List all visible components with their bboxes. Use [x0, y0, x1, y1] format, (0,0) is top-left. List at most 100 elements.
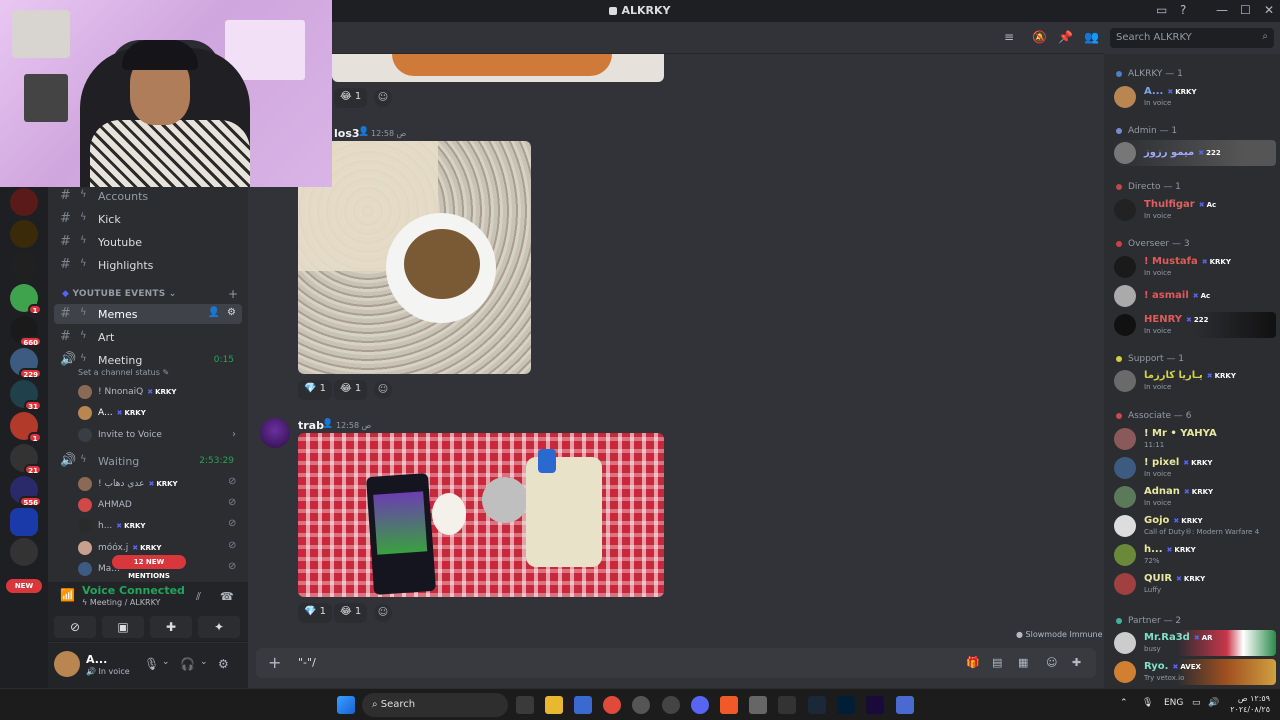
channel-memes[interactable]: # ϟ Memes 👤 ⚙ [54, 304, 242, 324]
channel-status[interactable]: Set a channel status ✎ [78, 368, 169, 377]
add-reaction-icon[interactable]: ☺ [374, 89, 392, 107]
server-icon[interactable] [10, 252, 38, 280]
server-icon[interactable] [10, 538, 38, 566]
store-icon[interactable] [574, 696, 592, 714]
avatar[interactable] [54, 651, 80, 677]
photoshop-icon[interactable] [837, 696, 855, 714]
server-icon[interactable]: 229 [10, 348, 42, 379]
screenshare-button[interactable]: ▣ [102, 616, 144, 638]
file-explorer-icon[interactable] [545, 696, 563, 714]
channel-art[interactable]: # ϟ Art [54, 327, 242, 347]
maximize-button[interactable]: ☐ [1240, 3, 1251, 17]
start-button[interactable] [337, 696, 355, 714]
message-author[interactable]: trab [298, 419, 324, 432]
chevron-down-icon[interactable]: ⌄ [162, 657, 170, 667]
sticker-icon[interactable]: ▦ [1018, 656, 1028, 669]
server-icon[interactable]: 660 [10, 316, 42, 347]
member-item[interactable]: ميمو رزوز222 [1112, 140, 1276, 166]
headphones-icon[interactable]: 🎧 [180, 657, 195, 671]
member-item[interactable]: ! pixelKRKY In voice [1112, 455, 1276, 481]
discord-icon[interactable] [691, 696, 709, 714]
server-icon[interactable] [10, 188, 38, 216]
pin-icon[interactable]: 📌 [1058, 30, 1073, 44]
steam-icon[interactable] [808, 696, 826, 714]
message-image[interactable] [298, 433, 664, 597]
member-item[interactable]: Adnan KRKY In voice [1112, 484, 1276, 510]
voice-channel-meeting[interactable]: 🔊 ϟ Meeting 0:15 [54, 350, 242, 370]
chrome-icon[interactable] [603, 696, 621, 714]
capcut-icon[interactable] [778, 696, 796, 714]
reaction-laugh[interactable]: 😂 1 [334, 380, 368, 400]
member-item[interactable]: QUIRKRKY Luffy [1112, 571, 1276, 597]
close-button[interactable]: ✕ [1264, 3, 1274, 17]
member-item[interactable]: GojoKRKY Call of Duty®: Modern Warfare 4 [1112, 513, 1276, 539]
chevron-down-icon[interactable]: ⌄ [200, 657, 208, 667]
channel-kick[interactable]: # ϟ Kick [54, 209, 242, 229]
add-channel-icon[interactable]: + [228, 287, 238, 301]
server-icon[interactable]: 556 [10, 476, 42, 507]
message-image[interactable] [298, 141, 531, 374]
member-item[interactable]: ! asmail Ac [1112, 283, 1276, 309]
upload-plus-icon[interactable]: + [268, 653, 281, 672]
message-input[interactable]: "-"/ [298, 656, 316, 669]
server-icon[interactable]: 21 [10, 444, 42, 475]
app-icon[interactable] [749, 696, 767, 714]
server-icon[interactable]: 1 [10, 412, 42, 443]
gift-icon[interactable]: 🎁 [966, 656, 980, 669]
clock[interactable]: ١٢:٥٩ ص ٢٠٢٤/٠٨/٢٥ [1226, 693, 1270, 715]
new-mentions-pill[interactable]: 12 NEW MENTIONS [112, 555, 186, 580]
message-image[interactable] [332, 54, 664, 82]
volume-icon[interactable]: 🔊 [1208, 698, 1219, 708]
message-composer[interactable]: + "-"/ 🎁 ▤ ▦ ☺ ✚ [256, 648, 1096, 678]
emoji-icon[interactable]: ☺ [1046, 656, 1057, 669]
channel-youtube[interactable]: # ϟ Youtube [54, 232, 242, 252]
chevron-up-icon[interactable]: ⌃ [1120, 698, 1128, 708]
member-item[interactable]: A...KRKY In voice [1112, 84, 1276, 110]
reaction-gem[interactable]: 💎 1 [298, 603, 333, 623]
server-icon[interactable]: 1 [10, 284, 42, 315]
voice-connected-title[interactable]: Voice Connected [82, 584, 185, 597]
obs-icon[interactable] [662, 696, 680, 714]
microphone-icon[interactable]: 🎙 [144, 657, 159, 671]
new-unreads-pill[interactable]: NEW [6, 579, 42, 593]
taskbar-search[interactable]: ⌕ Search [362, 693, 508, 717]
activities-button[interactable]: ✚ [150, 616, 192, 638]
settings-icon[interactable]: ⚙ [218, 657, 229, 671]
app-icon[interactable] [896, 696, 914, 714]
member-item[interactable]: h... KRKY 72% [1112, 542, 1276, 568]
notifications-muted-icon[interactable]: 🔕 [1032, 30, 1047, 44]
minimize-button[interactable]: — [1216, 3, 1228, 17]
language-indicator[interactable]: ENG [1164, 698, 1183, 708]
soundboard-button[interactable]: ✦ [198, 616, 240, 638]
noise-suppression-icon[interactable]: ⫽ [196, 590, 201, 604]
app-icon[interactable] [632, 696, 650, 714]
member-item[interactable]: ! Mr • YAHYA 11:11 [1112, 426, 1276, 452]
member-item[interactable]: Ryo.AVEX Try vetox.io [1112, 659, 1276, 685]
server-icon[interactable] [10, 508, 38, 536]
camera-button[interactable]: ⊘ [54, 616, 96, 638]
premiere-icon[interactable] [866, 696, 884, 714]
brave-icon[interactable] [720, 696, 738, 714]
disconnect-icon[interactable]: ☎ [220, 590, 234, 603]
member-item[interactable]: Mr.Ra3d AR busy [1112, 630, 1276, 656]
category-youtube-events[interactable]: ◆ YOUTUBE EVENTS ⌄ [62, 289, 177, 299]
server-icon[interactable]: 31 [10, 380, 42, 411]
voice-connected-subtitle[interactable]: ϟ Meeting / ALKRKY [82, 598, 160, 607]
help-icon[interactable]: ? [1180, 3, 1186, 17]
task-view-icon[interactable] [516, 696, 534, 714]
member-item[interactable]: Thulfigar Ac In voice [1112, 197, 1276, 223]
reaction-gem[interactable]: 💎 1 [298, 380, 333, 400]
message-author[interactable]: los3 [334, 127, 360, 140]
add-reaction-icon[interactable]: ☺ [374, 604, 392, 622]
gif-icon[interactable]: ▤ [992, 656, 1002, 669]
threads-icon[interactable]: ≡ [1004, 30, 1014, 44]
server-icon[interactable] [10, 220, 38, 248]
invite-icon[interactable]: 👤 [208, 307, 220, 318]
microphone-icon[interactable]: 🎙 [1142, 698, 1153, 708]
channel-highlights[interactable]: # ϟ Highlights [54, 255, 242, 275]
voice-channel-waiting[interactable]: 🔊 ϟ Waiting 2:53:29 [54, 451, 242, 471]
gear-icon[interactable]: ⚙ [227, 307, 236, 318]
reaction-laugh[interactable]: 😂 1 [334, 603, 368, 623]
apps-icon[interactable]: ✚ [1072, 656, 1081, 669]
network-icon[interactable]: ▭ [1192, 698, 1201, 708]
